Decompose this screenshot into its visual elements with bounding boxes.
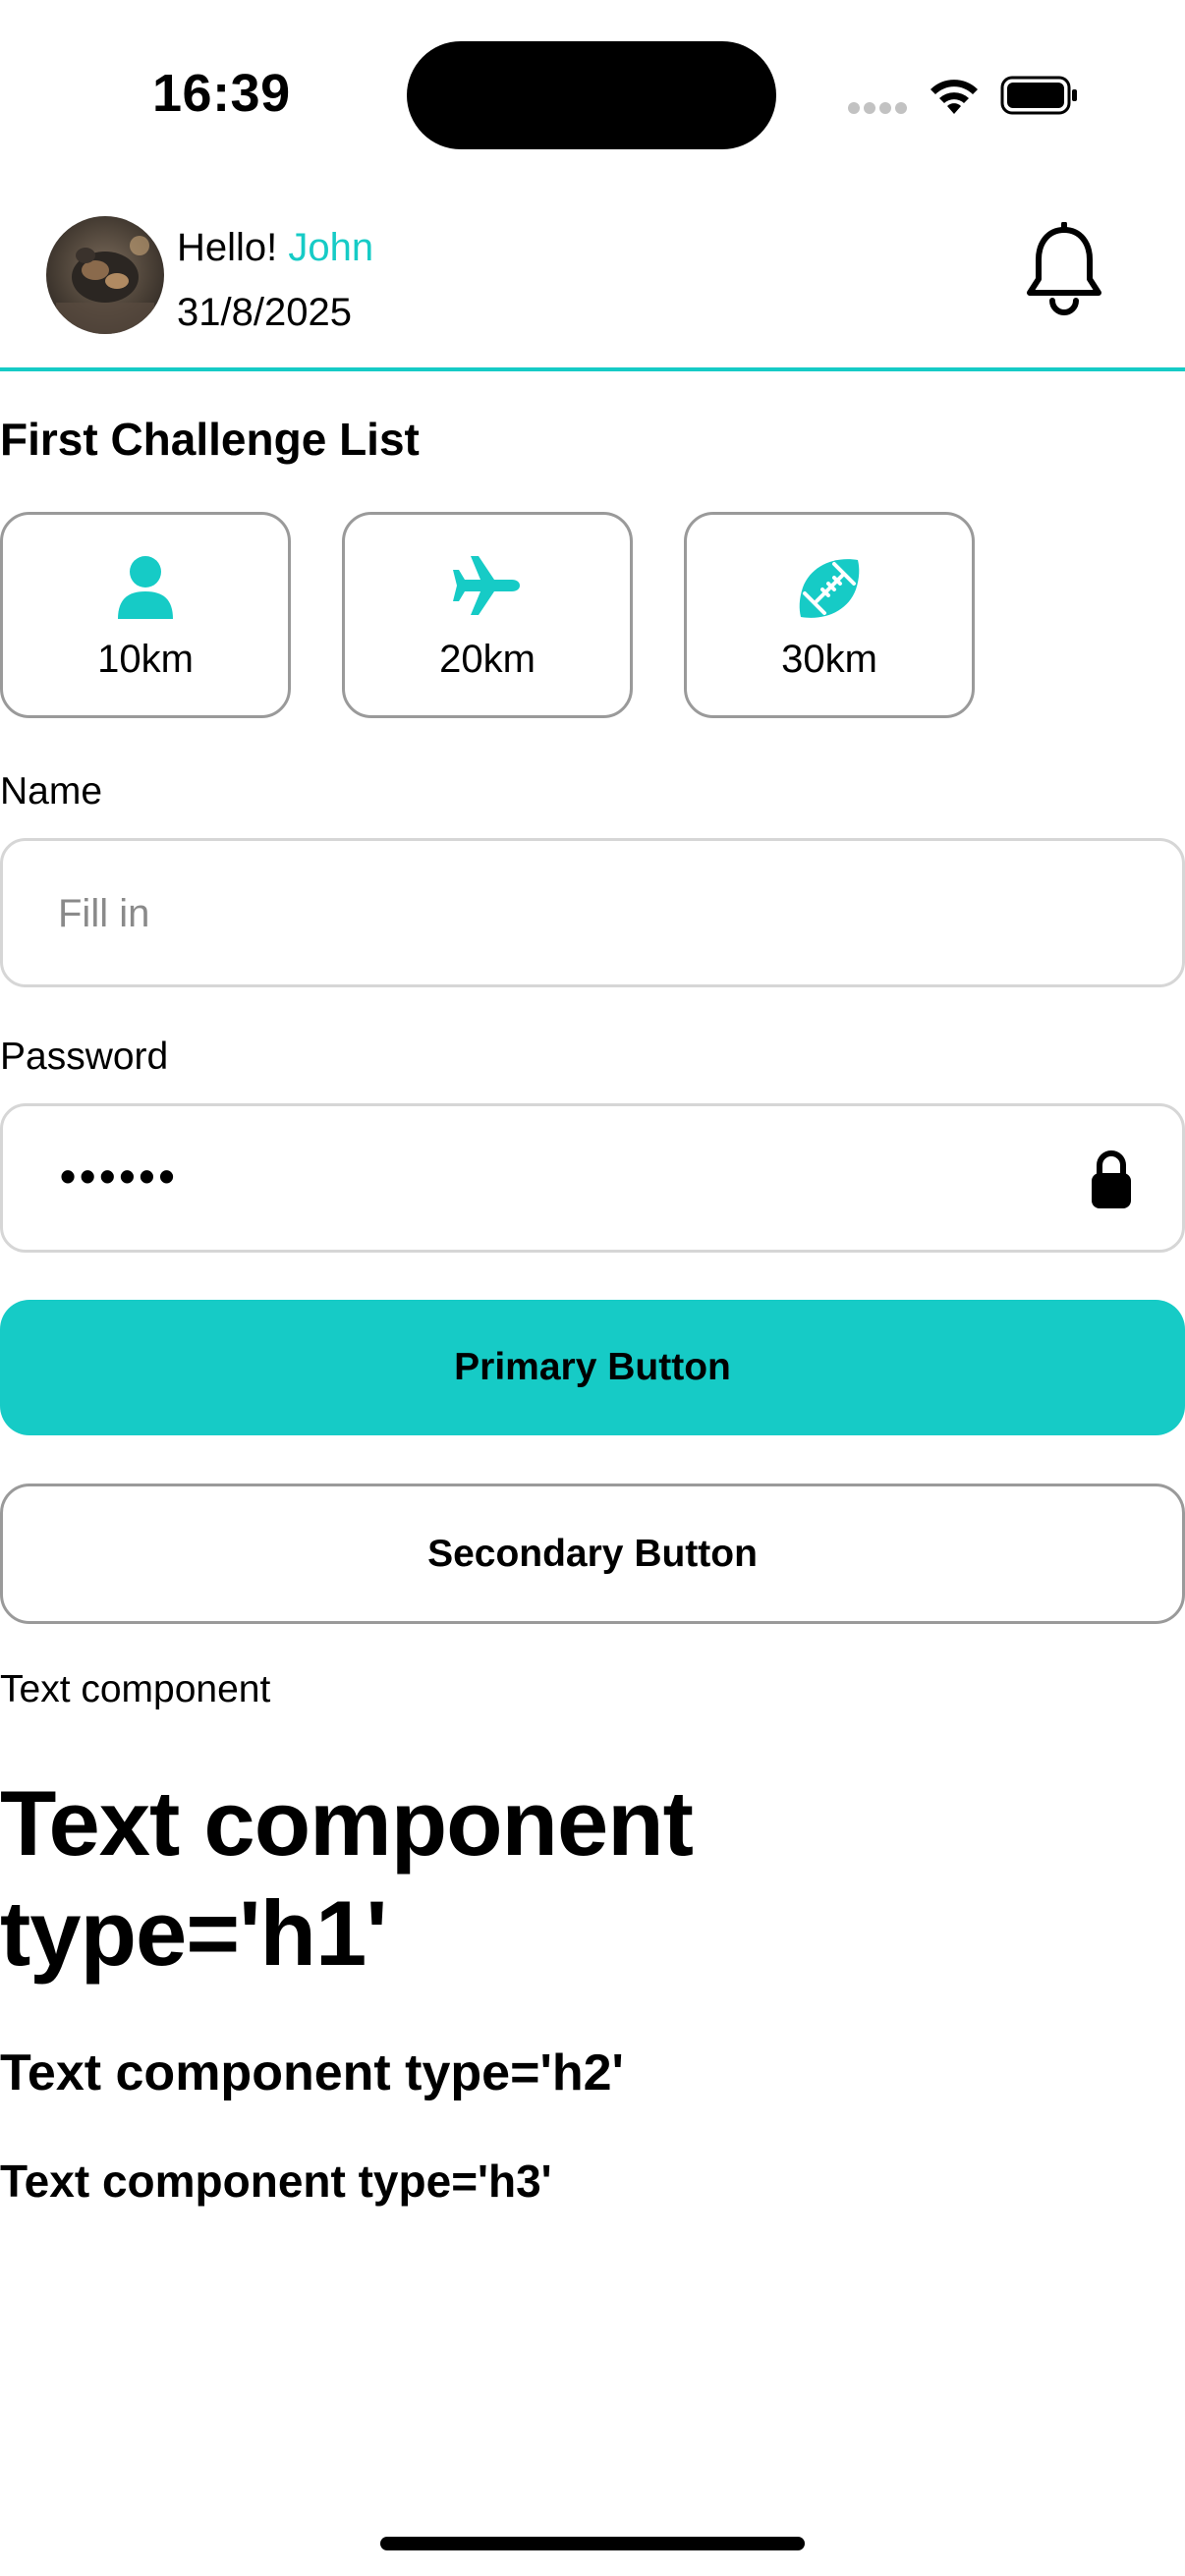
- football-icon: [799, 559, 860, 618]
- dynamic-island: [407, 41, 776, 149]
- greeting-prefix: Hello!: [177, 226, 278, 269]
- lock-icon[interactable]: [1088, 1148, 1135, 1210]
- text-component-plain: Text component: [0, 1668, 271, 1710]
- challenge-card-20km[interactable]: 20km: [342, 512, 633, 718]
- text-component-h1: Text component type='h1': [0, 1771, 694, 1985]
- name-field[interactable]: [0, 838, 1185, 987]
- text-component-h3: Text component type='h3': [0, 2156, 552, 2207]
- wifi-icon: [931, 80, 978, 114]
- bell-icon: [1027, 221, 1101, 315]
- text-component-h2: Text component type='h2': [0, 2044, 624, 2101]
- password-field[interactable]: ••••••: [0, 1103, 1185, 1253]
- name-label: Name: [0, 770, 103, 812]
- secondary-button-label: Secondary Button: [427, 1532, 758, 1575]
- primary-button-label: Primary Button: [454, 1346, 731, 1388]
- home-indicator[interactable]: [380, 2537, 805, 2550]
- current-date: 31/8/2025: [177, 291, 352, 334]
- challenge-card-label: 30km: [781, 638, 877, 681]
- user-name: John: [288, 226, 374, 269]
- challenge-card-label: 20km: [439, 638, 536, 681]
- secondary-button[interactable]: Secondary Button: [0, 1484, 1185, 1624]
- header-divider: [0, 367, 1185, 371]
- greeting: Hello! John: [177, 218, 373, 277]
- challenge-card-30km[interactable]: 30km: [684, 512, 975, 718]
- airplane-icon: [453, 556, 520, 615]
- primary-button[interactable]: Primary Button: [0, 1300, 1185, 1435]
- avatar[interactable]: [46, 216, 164, 334]
- password-label: Password: [0, 1036, 169, 1078]
- status-bar: 16:39: [0, 0, 1185, 187]
- notifications-button[interactable]: [1022, 221, 1106, 316]
- challenge-card-10km[interactable]: 10km: [0, 512, 291, 718]
- name-input[interactable]: [56, 841, 1043, 986]
- avatar-image: [46, 216, 164, 334]
- header: Hello! John 31/8/2025: [0, 187, 1185, 369]
- battery-icon: [1000, 76, 1077, 115]
- app-screen: 16:39 Hello! John 31/8/2025 First Challe…: [0, 0, 1185, 2576]
- password-input[interactable]: ••••••: [60, 1149, 179, 1203]
- status-time: 16:39: [152, 64, 291, 123]
- challenge-card-label: 10km: [97, 638, 194, 681]
- challenge-list-title: First Challenge List: [0, 414, 420, 465]
- person-icon: [118, 556, 173, 619]
